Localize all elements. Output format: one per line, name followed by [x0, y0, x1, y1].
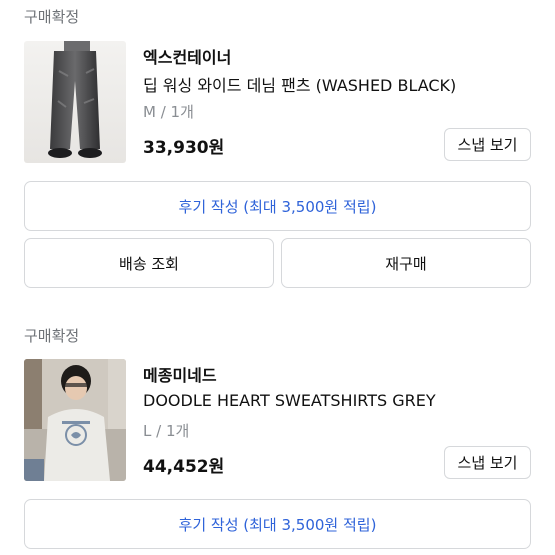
write-review-button[interactable]: 후기 작성 (최대 3,500원 적립)	[24, 499, 531, 549]
product-image-sweatshirt[interactable]	[24, 359, 126, 481]
product-name[interactable]: DOODLE HEART SWEATSHIRTS GREY	[143, 391, 436, 410]
product-option: L / 1개	[143, 422, 190, 440]
brand-name[interactable]: 메종미네드	[143, 362, 217, 386]
brand-name[interactable]: 엑스컨테이너	[143, 44, 231, 68]
product-price: 33,930원	[143, 138, 225, 158]
jeans-photo	[24, 41, 126, 163]
order-status: 구매확정	[24, 8, 80, 26]
product-image-jeans[interactable]	[24, 41, 126, 163]
product-price: 44,452원	[143, 457, 225, 477]
snap-view-button[interactable]: 스냅 보기	[444, 128, 531, 161]
sweatshirt-photo	[24, 359, 126, 481]
rebuy-button[interactable]: 재구매	[281, 238, 531, 288]
snap-view-button[interactable]: 스냅 보기	[444, 446, 531, 479]
order-status: 구매확정	[24, 327, 80, 345]
product-option: M / 1개	[143, 103, 194, 121]
track-shipping-button[interactable]: 배송 조회	[24, 238, 274, 288]
write-review-button[interactable]: 후기 작성 (최대 3,500원 적립)	[24, 181, 531, 231]
product-name[interactable]: 딥 워싱 와이드 데님 팬츠 (WASHED BLACK)	[143, 72, 456, 96]
